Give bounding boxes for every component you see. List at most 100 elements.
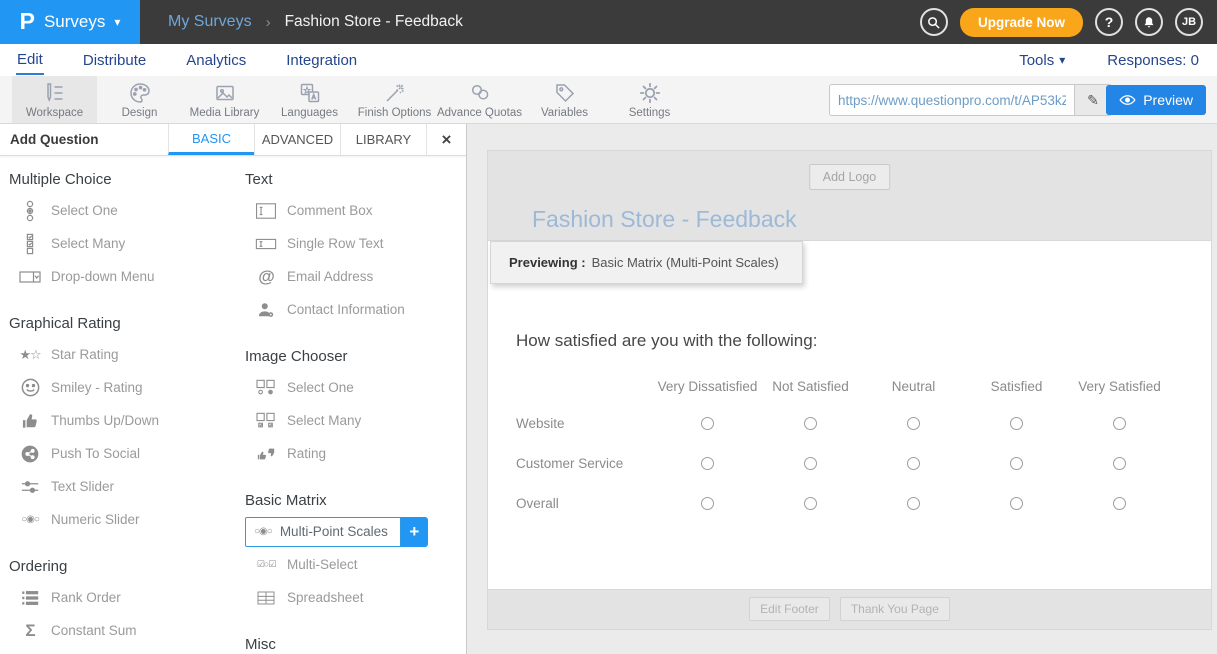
tools-menu[interactable]: Tools ▾ bbox=[1019, 52, 1065, 69]
question-type-label: Single Row Text bbox=[287, 236, 384, 251]
tab-library[interactable]: LIBRARY bbox=[340, 124, 426, 155]
responses-count: Responses: 0 bbox=[1107, 52, 1199, 69]
question-type-multi-point-scales[interactable]: ○◉○ Multi-Point Scales bbox=[245, 517, 401, 547]
toolbar-finish-options[interactable]: Finish Options bbox=[352, 76, 437, 123]
question-type-label: Select One bbox=[287, 380, 354, 395]
question-type-image-select-one[interactable]: Select One bbox=[245, 371, 458, 404]
question-type-multi-select[interactable]: ☑○☑ Multi-Select bbox=[245, 548, 458, 581]
toolbar-design[interactable]: Design bbox=[97, 76, 182, 123]
breadcrumb-my-surveys[interactable]: My Surveys bbox=[168, 13, 252, 31]
matrix-radio[interactable] bbox=[907, 497, 920, 510]
avatar[interactable]: JB bbox=[1175, 8, 1203, 36]
tab-advanced[interactable]: ADVANCED bbox=[254, 124, 340, 155]
toolbar-variables[interactable]: Variables bbox=[522, 76, 607, 123]
matrix-radio[interactable] bbox=[907, 417, 920, 430]
matrix-radio[interactable] bbox=[1010, 497, 1023, 510]
matrix-column-header: Satisfied bbox=[965, 369, 1068, 403]
question-type-text-slider[interactable]: Text Slider bbox=[9, 470, 232, 503]
toolbar-advance-quotas[interactable]: Advance Quotas bbox=[437, 76, 522, 123]
survey-url-input[interactable] bbox=[829, 84, 1074, 116]
toolbar-media-library[interactable]: Media Library bbox=[182, 76, 267, 123]
add-question-plus-button[interactable]: + bbox=[401, 517, 428, 547]
previewing-value: Basic Matrix (Multi-Point Scales) bbox=[592, 255, 779, 270]
survey-title[interactable]: Fashion Store - Feedback bbox=[532, 206, 797, 233]
survey-footer: Edit Footer Thank You Page bbox=[488, 589, 1211, 629]
question-type-select-many[interactable]: Select Many bbox=[9, 227, 232, 260]
question-type-numeric-slider[interactable]: ○◉○ Numeric Slider bbox=[9, 503, 232, 536]
search-button[interactable] bbox=[920, 8, 948, 36]
question-type-dropdown-menu[interactable]: Drop-down Menu bbox=[9, 260, 232, 293]
matrix-radio[interactable] bbox=[1010, 457, 1023, 470]
question-type-comment-box[interactable]: Comment Box bbox=[245, 194, 458, 227]
add-logo-button[interactable]: Add Logo bbox=[809, 164, 891, 190]
matrix-radio[interactable] bbox=[1113, 417, 1126, 430]
toolbar-settings[interactable]: Settings bbox=[607, 76, 692, 123]
question-type-select-one[interactable]: Select One bbox=[9, 194, 232, 227]
matrix-radio[interactable] bbox=[1113, 457, 1126, 470]
toolbar-languages[interactable]: Languages bbox=[267, 76, 352, 123]
matrix-radio[interactable] bbox=[701, 417, 714, 430]
edit-footer-button[interactable]: Edit Footer bbox=[749, 597, 830, 621]
preview-button[interactable]: Preview bbox=[1106, 85, 1206, 115]
section-heading: Ordering bbox=[9, 557, 232, 576]
notifications-button[interactable] bbox=[1135, 8, 1163, 36]
question-type-spreadsheet[interactable]: Spreadsheet bbox=[245, 581, 458, 614]
product-menu[interactable]: P Surveys ▾ bbox=[0, 0, 140, 44]
nav-tab-edit[interactable]: Edit bbox=[16, 46, 44, 75]
matrix-radio[interactable] bbox=[804, 457, 817, 470]
question-type-label: Rank Order bbox=[51, 590, 121, 605]
question-type-constant-sum[interactable]: Σ Constant Sum bbox=[9, 614, 232, 647]
question-type-image-rating[interactable]: Rating bbox=[245, 437, 458, 470]
question-type-rank-order[interactable]: Rank Order bbox=[9, 581, 232, 614]
survey-page: Add Logo Fashion Store - Feedback Previe… bbox=[487, 150, 1212, 630]
section-multiple-choice: Multiple Choice Select One Select Many D… bbox=[9, 170, 232, 293]
pencil-icon: ✎ bbox=[1087, 92, 1099, 109]
matrix-radio[interactable] bbox=[701, 457, 714, 470]
question-type-column-2: Text Comment Box Single Row Text @ Email… bbox=[232, 170, 458, 654]
thank-you-page-button[interactable]: Thank You Page bbox=[840, 597, 950, 621]
matrix-radio[interactable] bbox=[1113, 497, 1126, 510]
contact-person-icon bbox=[256, 300, 276, 320]
tab-basic[interactable]: BASIC bbox=[168, 124, 254, 155]
section-graphical-rating: Graphical Rating ★☆ Star Rating Smiley -… bbox=[9, 314, 232, 536]
matrix-column-header: Very Satisfied bbox=[1068, 369, 1171, 403]
section-heading: Misc bbox=[245, 635, 458, 654]
matrix-column-header: Not Satisfied bbox=[759, 369, 862, 403]
matrix-radio[interactable] bbox=[804, 497, 817, 510]
multi-select-icon: ☑○☑ bbox=[254, 559, 278, 570]
question-type-single-row-text[interactable]: Single Row Text bbox=[245, 227, 458, 260]
question-type-label: Spreadsheet bbox=[287, 590, 364, 605]
matrix-radio[interactable] bbox=[701, 497, 714, 510]
question-type-thumbs-up-down[interactable]: Thumbs Up/Down bbox=[9, 404, 232, 437]
question-type-push-to-social[interactable]: Push To Social bbox=[9, 437, 232, 470]
section-image-chooser: Image Chooser Select One Select Many Rat… bbox=[245, 347, 458, 470]
question-type-email-address[interactable]: @ Email Address bbox=[245, 260, 458, 293]
at-sign-icon: @ bbox=[254, 267, 278, 287]
matrix-radio[interactable] bbox=[804, 417, 817, 430]
help-button[interactable]: ? bbox=[1095, 8, 1123, 36]
matrix-radio[interactable] bbox=[1010, 417, 1023, 430]
top-bar: P Surveys ▾ My Surveys › Fashion Store -… bbox=[0, 0, 1217, 44]
question-type-star-rating[interactable]: ★☆ Star Rating bbox=[9, 338, 232, 371]
comment-box-icon bbox=[255, 202, 277, 220]
question-type-column-1: Multiple Choice Select One Select Many D… bbox=[0, 170, 232, 654]
nav-tab-integration[interactable]: Integration bbox=[285, 47, 358, 74]
single-row-text-icon bbox=[255, 237, 277, 251]
topbar-actions: Upgrade Now ? JB bbox=[920, 8, 1217, 37]
rank-order-icon bbox=[20, 589, 40, 607]
numeric-slider-icon: ○◉○ bbox=[18, 514, 42, 525]
upgrade-now-button[interactable]: Upgrade Now bbox=[960, 8, 1083, 37]
question-type-smiley-rating[interactable]: Smiley - Rating bbox=[9, 371, 232, 404]
matrix-row-label: Customer Service bbox=[516, 443, 656, 483]
chevron-down-icon: ▾ bbox=[1059, 53, 1065, 67]
question-type-image-select-many[interactable]: Select Many bbox=[245, 404, 458, 437]
question-type-contact-information[interactable]: Contact Information bbox=[245, 293, 458, 326]
nav-tab-distribute[interactable]: Distribute bbox=[82, 47, 147, 74]
close-panel-button[interactable]: × bbox=[426, 124, 466, 155]
toolbar-workspace[interactable]: Workspace bbox=[12, 76, 97, 123]
question-type-item-clipped[interactable] bbox=[9, 647, 232, 654]
matrix-radio[interactable] bbox=[907, 457, 920, 470]
nav-tab-analytics[interactable]: Analytics bbox=[185, 47, 247, 74]
section-basic-matrix: Basic Matrix ○◉○ Multi-Point Scales + ☑○… bbox=[245, 491, 458, 614]
question-type-label: Text Slider bbox=[51, 479, 114, 494]
